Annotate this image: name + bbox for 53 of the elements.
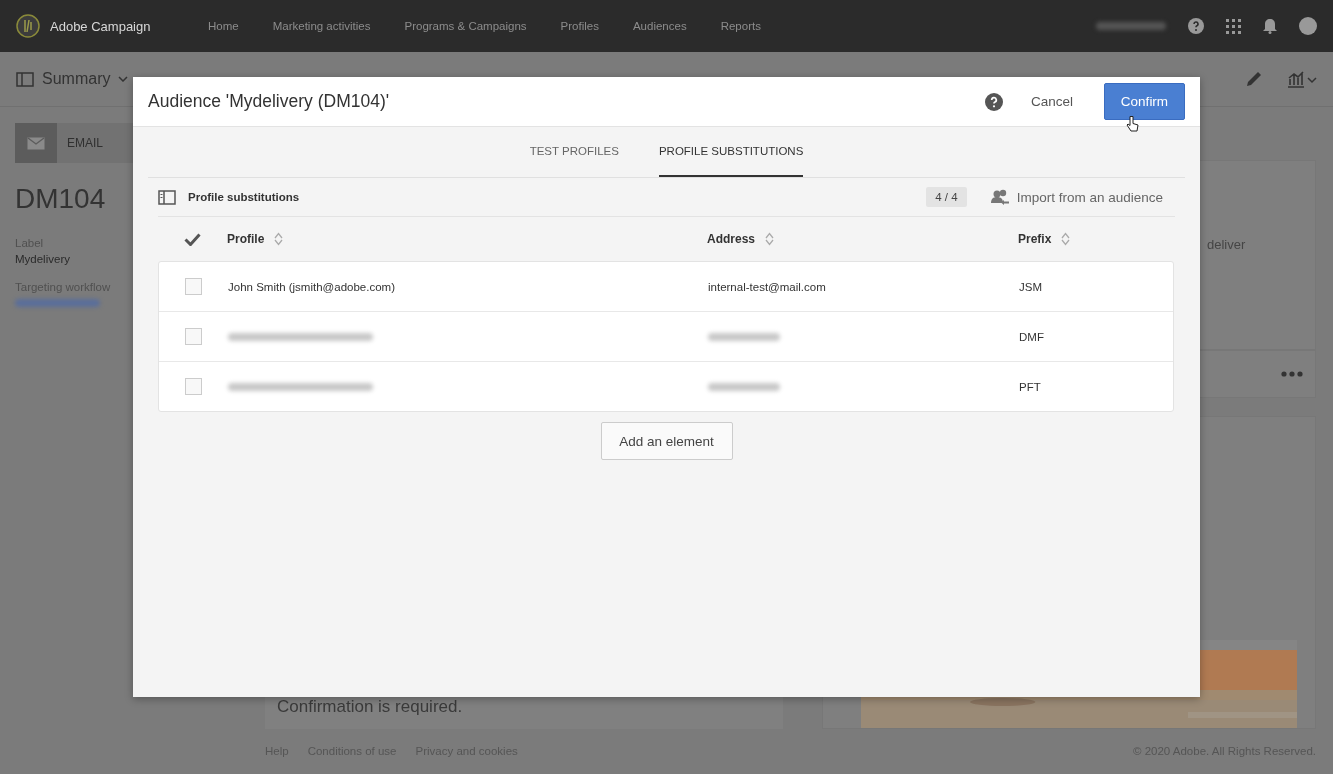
tab[interactable]: TEST PROFILES [529, 127, 619, 177]
bell-icon[interactable] [1263, 18, 1277, 34]
pencil-icon[interactable] [1245, 70, 1263, 88]
table-cell-text: JSM [1019, 280, 1043, 293]
help-icon[interactable] [984, 92, 1003, 111]
more-icon[interactable] [1281, 371, 1303, 377]
delivery-code: DM104 [15, 183, 106, 215]
panel-icon [158, 189, 176, 205]
sort-icon [274, 232, 284, 246]
nav-link[interactable]: Audiences [632, 20, 687, 32]
envelope-icon [27, 136, 45, 150]
column-header[interactable]: Profile [227, 232, 707, 246]
warning-text: Confirmation is required. [277, 697, 463, 717]
sort-icon [765, 232, 775, 246]
column-header[interactable]: Prefix [1018, 232, 1174, 246]
table-cell-text: DMF [1019, 330, 1045, 343]
row-checkbox[interactable] [185, 278, 202, 295]
caret-icon [118, 76, 129, 82]
checkmark-icon[interactable] [184, 232, 201, 246]
confirm-button[interactable]: Confirm [1104, 83, 1185, 120]
table-cell-text: internal-test@mail.com [708, 280, 827, 293]
channel-label: EMAIL [67, 136, 103, 150]
tab[interactable]: PROFILE SUBSTITUTIONS [658, 127, 804, 177]
logo-icon [16, 14, 40, 38]
redacted-text [708, 382, 780, 391]
table-cell-text: John Smith (jsmith@adobe.com) [228, 280, 396, 293]
avatar-icon[interactable] [1299, 17, 1317, 35]
field-value: Mydelivery [15, 253, 70, 265]
people-icon [990, 188, 1010, 206]
column-header[interactable]: Address [707, 232, 1018, 246]
count-badge: 4 / 4 [926, 187, 967, 207]
app-name: Adobe Campaign [50, 18, 151, 34]
nav-link[interactable]: Home [208, 20, 239, 32]
card-label: deliver [1207, 237, 1246, 252]
panel-icon [16, 71, 34, 87]
nav-link[interactable]: Programs & Campaigns [404, 20, 527, 32]
section-title: Profile substitutions [188, 191, 301, 203]
dialog-title: Audience 'Mydelivery (DM104)' [148, 91, 391, 112]
view-dropdown[interactable]: Summary [16, 70, 129, 88]
row-checkbox[interactable] [185, 328, 202, 345]
cancel-button[interactable]: Cancel [1026, 90, 1077, 113]
nav-link[interactable]: Profiles [560, 20, 599, 32]
redacted-text [708, 332, 780, 341]
add-element-button[interactable]: Add an element [600, 422, 733, 460]
sort-icon [1061, 232, 1071, 246]
apps-grid-icon[interactable] [1226, 18, 1241, 34]
import-button[interactable]: Import from an audience [984, 187, 1169, 207]
chart-icon[interactable] [1287, 70, 1317, 88]
nav-link[interactable]: Reports [720, 20, 761, 32]
row-checkbox[interactable] [185, 378, 202, 395]
nav-link[interactable]: Marketing activities [272, 20, 371, 32]
table-cell-text: PFT [1019, 380, 1042, 393]
help-icon[interactable] [1188, 18, 1204, 34]
